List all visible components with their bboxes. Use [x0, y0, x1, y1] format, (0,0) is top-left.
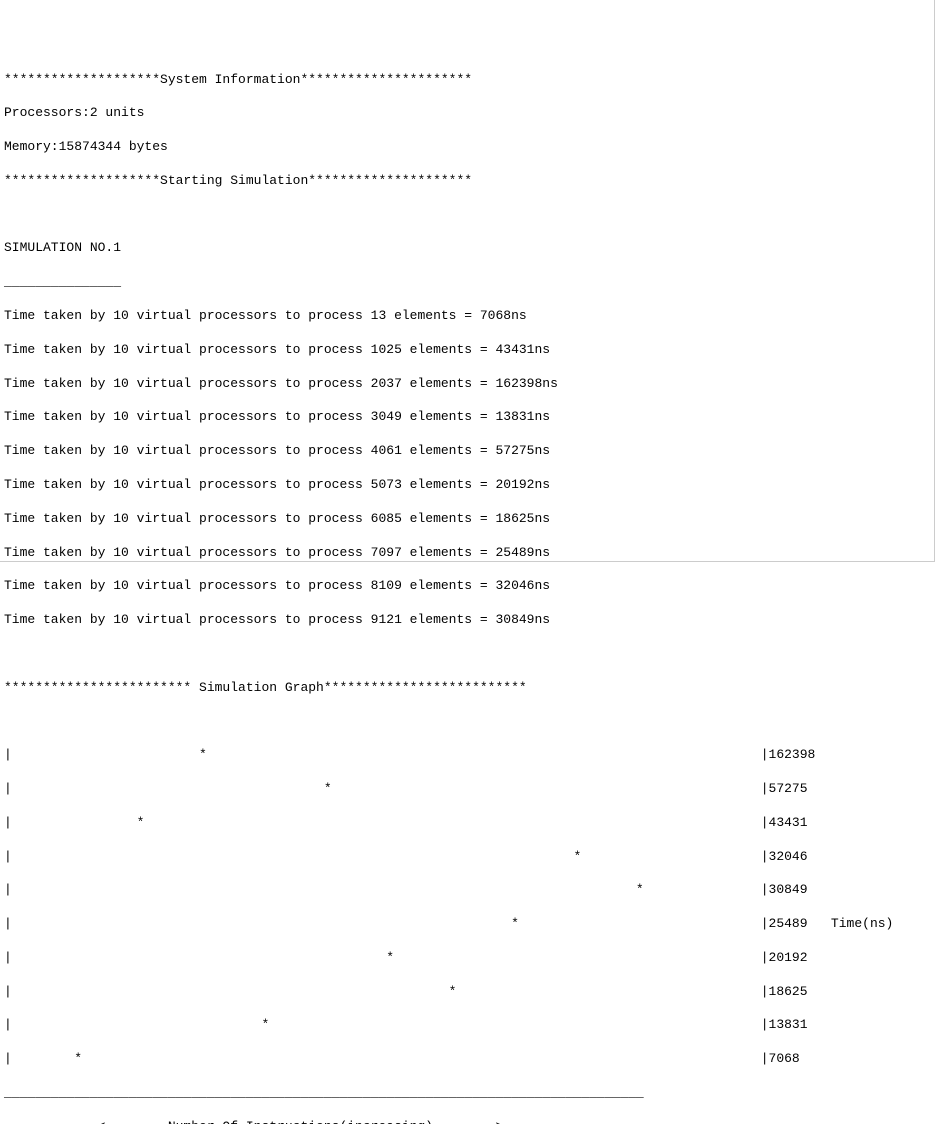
- graph-row: | * |13831: [4, 1017, 930, 1034]
- graph-header: ************************ Simulation Grap…: [4, 680, 930, 697]
- graph-row: | * |30849: [4, 882, 930, 899]
- processors-info: Processors:2 units: [4, 105, 930, 122]
- result-row: Time taken by 10 virtual processors to p…: [4, 342, 930, 359]
- result-row: Time taken by 10 virtual processors to p…: [4, 376, 930, 393]
- blank-line: [4, 713, 930, 730]
- memory-info: Memory:15874344 bytes: [4, 139, 930, 156]
- blank-line: [4, 207, 930, 224]
- simulation-underline: _______________: [4, 274, 930, 291]
- graph-xlabel: <--------Number Of Instructions(increasi…: [4, 1119, 930, 1124]
- result-row: Time taken by 10 virtual processors to p…: [4, 409, 930, 426]
- graph-row: | * |32046: [4, 849, 930, 866]
- graph-row: | * |162398: [4, 747, 930, 764]
- graph-axis-hr: ________________________________________…: [4, 1085, 930, 1102]
- graph-row: | * |7068: [4, 1051, 930, 1068]
- graph-row: | * |57275: [4, 781, 930, 798]
- graph-row: | * |18625: [4, 984, 930, 1001]
- result-row: Time taken by 10 virtual processors to p…: [4, 578, 930, 595]
- graph-row: | * |25489 Time(ns): [4, 916, 930, 933]
- result-row: Time taken by 10 virtual processors to p…: [4, 477, 930, 494]
- result-row: Time taken by 10 virtual processors to p…: [4, 545, 930, 562]
- blank-line: [4, 646, 930, 663]
- result-row: Time taken by 10 virtual processors to p…: [4, 443, 930, 460]
- graph-row: | * |43431: [4, 815, 930, 832]
- result-row: Time taken by 10 virtual processors to p…: [4, 612, 930, 629]
- graph-row: | * |20192: [4, 950, 930, 967]
- simulation-title: SIMULATION NO.1: [4, 240, 930, 257]
- result-row: Time taken by 10 virtual processors to p…: [4, 308, 930, 325]
- system-info-header: ********************System Information**…: [4, 72, 930, 89]
- starting-simulation-header: ********************Starting Simulation*…: [4, 173, 930, 190]
- result-row: Time taken by 10 virtual processors to p…: [4, 511, 930, 528]
